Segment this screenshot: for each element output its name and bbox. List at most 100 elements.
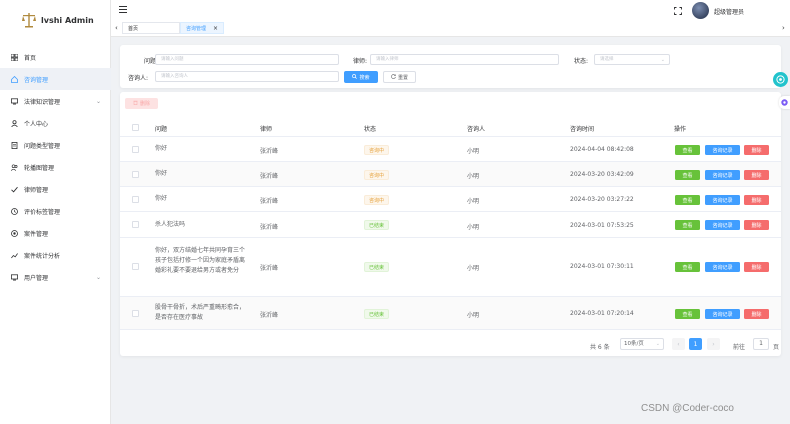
trash-icon (133, 100, 138, 107)
sidebar-item-label: 律师管理 (24, 186, 49, 194)
chart-icon (10, 251, 18, 259)
page-size-select[interactable]: 10条/页 ⌄ (620, 338, 664, 350)
status-select-placeholder: 请选择 (600, 57, 614, 62)
sidebar-item-question-type[interactable]: 问题类型管理 (0, 134, 111, 156)
sidebar-item-cases[interactable]: 案件管理 (0, 222, 111, 244)
refresh-icon (391, 73, 396, 81)
records-button[interactable]: 咨询记录 (705, 145, 740, 155)
close-icon[interactable]: × (213, 25, 218, 32)
records-button[interactable]: 咨询记录 (705, 220, 740, 230)
tab-home[interactable]: 首页 (122, 22, 180, 34)
goto-page-input[interactable]: 1 (753, 338, 769, 350)
cell-time: 2024-03-01 07:20:14 (570, 310, 634, 317)
view-button[interactable]: 查看 (675, 145, 700, 155)
reset-button[interactable]: 重置 (383, 71, 416, 83)
tab-label: 咨询管理 (186, 25, 207, 32)
cell-consultant: 小明 (467, 173, 480, 180)
prev-page-button[interactable]: ‹ (672, 338, 685, 350)
sidebar-item-label: 用户管理 (24, 274, 49, 282)
row-checkbox[interactable] (132, 196, 139, 203)
search-button[interactable]: 搜索 (344, 71, 378, 83)
tab-consult[interactable]: 咨询管理 × (180, 22, 224, 34)
status-badge: 咨询中 (364, 195, 390, 205)
next-page-button[interactable]: › (707, 338, 720, 350)
delete-button[interactable]: 删除 (744, 170, 769, 180)
user-name[interactable]: 超级管理员 (714, 7, 744, 16)
cell-question: 你好 (155, 170, 168, 177)
logo[interactable]: lvshi Admin (0, 0, 110, 40)
delete-button[interactable]: 删除 (744, 145, 769, 155)
records-button[interactable]: 咨询记录 (705, 262, 740, 272)
select-all-checkbox[interactable] (132, 124, 139, 131)
row-checkbox[interactable] (132, 263, 139, 270)
sidebar-item-users[interactable]: 用户管理 ⌄ (0, 266, 111, 288)
target-icon (10, 229, 18, 237)
cell-lawyer: 张沂峰 (260, 173, 279, 180)
sidebar-item-lawyer[interactable]: 律师管理 (0, 178, 111, 200)
delete-button[interactable]: 删除 (744, 309, 769, 319)
clock-icon (10, 207, 18, 215)
status-select[interactable]: 请选择 ⌄ (594, 54, 670, 65)
row-checkbox[interactable] (132, 310, 139, 317)
records-button[interactable]: 咨询记录 (705, 170, 740, 180)
view-button[interactable]: 查看 (675, 262, 700, 272)
hamburger-icon[interactable] (119, 6, 127, 13)
sidebar-item-label: 首页 (24, 54, 37, 62)
cell-consultant: 小明 (467, 198, 480, 205)
view-button[interactable]: 查看 (675, 170, 700, 180)
cell-lawyer: 张沂峰 (260, 265, 279, 272)
cell-time: 2024-03-01 07:30:11 (570, 263, 634, 270)
avatar[interactable] (692, 2, 709, 19)
sidebar-item-case-stats[interactable]: 案件统计分析 (0, 244, 111, 266)
batch-delete-label: 删除 (139, 101, 150, 107)
status-badge: 已结束 (364, 262, 390, 272)
view-button[interactable]: 查看 (675, 309, 700, 319)
question-input[interactable]: 请输入问题 (155, 54, 339, 65)
delete-button[interactable]: 删除 (744, 195, 769, 205)
sidebar-item-label: 个人中心 (24, 120, 49, 128)
assistant-icon[interactable] (773, 72, 788, 87)
table-header: 问题 律师 状态 咨询人 咨询时间 操作 (120, 119, 781, 137)
row-checkbox[interactable] (132, 171, 139, 178)
delete-button[interactable]: 删除 (744, 262, 769, 272)
chevron-down-icon: ⌄ (660, 57, 665, 63)
sidebar-item-label: 轮播图管理 (24, 164, 55, 172)
cell-consultant: 小明 (467, 265, 480, 272)
sidebar-item-rating-tags[interactable]: 评价标签管理 (0, 200, 111, 222)
sidebar-item-label: 法律知识管理 (24, 98, 61, 106)
consultant-input[interactable]: 请输入咨询人 (155, 71, 339, 82)
tabs-scroll-left-icon[interactable]: ‹ (115, 24, 118, 32)
table-row: 你好 张沂峰 咨询中 小明 2024-03-20 03:27:22 查看 咨询记… (120, 187, 781, 212)
batch-delete-button[interactable]: 删除 (125, 98, 158, 109)
plugin-icon[interactable] (779, 96, 790, 109)
page-number-current[interactable]: 1 (689, 338, 702, 350)
tab-label: 首页 (128, 25, 139, 32)
table-row: 你好 张沂峰 咨询中 小明 2024-04-04 08:42:08 查看 咨询记… (120, 137, 781, 162)
sidebar-item-profile[interactable]: 个人中心 (0, 112, 111, 134)
cell-lawyer: 张沂峰 (260, 224, 279, 231)
view-button[interactable]: 查看 (675, 220, 700, 230)
monitor-icon (10, 273, 18, 281)
cell-consultant: 小明 (467, 312, 480, 319)
fullscreen-icon[interactable] (674, 7, 682, 15)
lawyer-input[interactable]: 请输入律师 (370, 54, 559, 65)
sidebar-item-law-knowledge[interactable]: 法律知识管理 ⌄ (0, 90, 111, 112)
row-checkbox[interactable] (132, 146, 139, 153)
records-button[interactable]: 咨询记录 (705, 309, 740, 319)
column-header-time: 咨询时间 (570, 126, 595, 133)
row-checkbox[interactable] (132, 221, 139, 228)
tabs-scroll-right-icon[interactable]: › (782, 24, 785, 32)
sidebar-item-home[interactable]: 首页 (0, 46, 111, 68)
home-icon (10, 75, 18, 83)
user-icon (10, 119, 18, 127)
cell-consultant: 小明 (467, 148, 480, 155)
cell-time: 2024-03-20 03:27:22 (570, 196, 634, 203)
sidebar-item-carousel[interactable]: 轮播图管理 (0, 156, 111, 178)
delete-button[interactable]: 删除 (744, 220, 769, 230)
check-icon (10, 185, 18, 193)
view-button[interactable]: 查看 (675, 195, 700, 205)
goto-label: 前往 (733, 344, 746, 351)
sidebar-item-consult[interactable]: 咨询管理 (0, 68, 111, 90)
records-button[interactable]: 咨询记录 (705, 195, 740, 205)
cell-lawyer: 张沂峰 (260, 312, 279, 319)
